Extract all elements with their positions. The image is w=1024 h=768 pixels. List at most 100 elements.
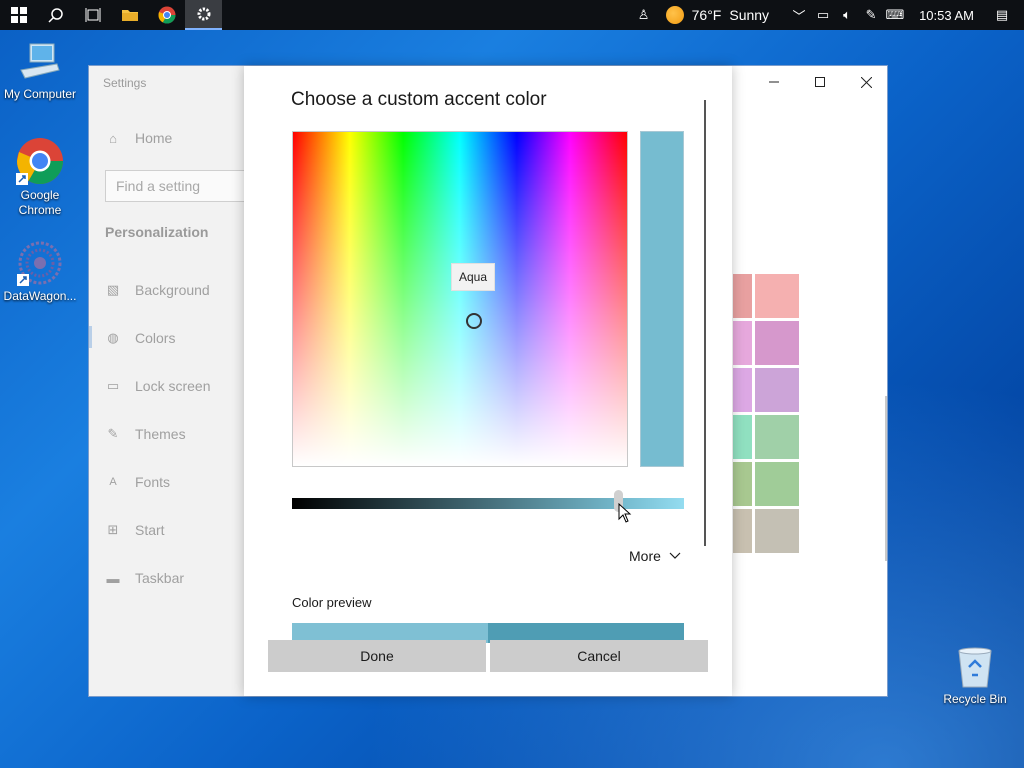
image-icon: ▧ [106,282,120,297]
desktop-icon-label: Recycle Bin [943,692,1007,706]
search-button[interactable] [37,0,74,30]
sidebar-item-background[interactable]: ▧ Background [105,282,210,298]
accent-swatch[interactable] [733,462,752,506]
sidebar-item-label: Colors [135,330,176,346]
dialog-button-bar: Done Cancel [268,640,708,672]
task-view-button[interactable] [74,0,111,30]
home-icon: ⌂ [109,130,117,146]
settings-sidebar: Settings ⌂ Home Find a setting Personali… [89,66,255,696]
sidebar-item-label: Fonts [135,474,171,490]
chrome-icon [16,138,63,185]
color-spectrum[interactable] [292,131,628,467]
sidebar-item-start[interactable]: ⊞ Start [105,522,165,538]
windows-logo-icon [10,7,27,23]
color-name-tooltip: Aqua [451,263,495,291]
chevron-up-icon[interactable]: ﹀ [787,0,811,30]
network-icon[interactable]: ▭ [811,0,835,30]
sidebar-item-home[interactable]: ⌂ Home [105,130,172,146]
sidebar-item-fonts[interactable]: A Fonts [105,474,170,490]
accent-swatch[interactable] [733,368,752,412]
brush-icon: ✎ [107,426,119,441]
sidebar-item-colors[interactable]: ◍ Colors [105,330,175,346]
accent-swatch[interactable] [755,321,799,365]
color-picker-handle[interactable] [466,313,482,329]
clock[interactable]: 10:53 AM [919,8,974,23]
desktop-icon-label: Google Chrome [18,188,62,217]
taskbar: ♙ 76°F Sunny ﹀ ▭ 🔈︎ ✎ ⌨︎ 10:53 AM ▤ [0,0,1024,30]
chevron-down-icon [669,552,681,559]
volume-icon[interactable]: 🔈︎ [835,0,859,30]
start-button[interactable] [0,0,37,30]
sidebar-item-label: Themes [135,426,186,442]
task-view-icon [85,8,100,22]
computer-icon [20,43,60,79]
accent-swatch[interactable] [755,368,799,412]
chrome-icon [158,6,175,24]
weather-condition: Sunny [729,7,770,23]
close-icon [860,76,872,88]
notification-icon[interactable]: ▤ [990,0,1014,30]
done-button[interactable]: Done [268,640,486,672]
sidebar-item-themes[interactable]: ✎ Themes [105,426,186,442]
desktop-icon-label: DataWagon... [3,289,77,303]
section-title: Personalization [105,224,209,240]
gear-icon [197,7,210,21]
sidebar-item-label: Home [135,130,173,146]
dialog-scrollbar[interactable] [704,100,706,546]
search-icon [47,8,63,23]
taskbar-icon: ▬ [106,570,120,586]
accent-swatch[interactable] [755,274,799,318]
close-button[interactable] [843,66,889,98]
sidebar-item-taskbar[interactable]: ▬ Taskbar [105,570,185,586]
settings-taskbar-button[interactable] [185,0,222,30]
more-toggle[interactable]: More [629,548,681,564]
accent-swatch[interactable] [733,274,752,318]
desktop-icon-recycle-bin[interactable]: Recycle Bin [935,645,1015,707]
saturation-gradient [293,132,627,466]
mouse-cursor-icon [618,503,632,523]
weather-widget[interactable]: 76°F Sunny [665,6,770,24]
folder-icon [121,10,138,21]
accent-swatch[interactable] [755,462,799,506]
palette-icon: ◍ [107,330,119,345]
pen-icon[interactable]: ✎ [859,0,883,30]
dialog-title: Choose a custom accent color [291,89,547,110]
sidebar-item-label: Taskbar [135,570,185,586]
weather-temp: 76°F [691,7,722,23]
recycle-bin-icon [958,647,992,688]
desktop-icon-my-computer[interactable]: My Computer [0,40,80,102]
sidebar-item-lock-screen[interactable]: ▭ Lock screen [105,378,211,394]
desktop-icon-label: My Computer [3,87,77,101]
window-scrollbar[interactable] [885,396,887,561]
font-icon: A [109,476,117,488]
sidebar-item-label: Lock screen [135,378,211,394]
accent-swatch[interactable] [733,415,752,459]
accent-swatch[interactable] [755,415,799,459]
search-input[interactable]: Find a setting [105,170,255,202]
window-title: Settings [103,76,147,90]
start-icon: ⊞ [107,522,119,537]
selected-color-preview [640,131,684,467]
sidebar-item-label: Background [135,282,210,298]
sidebar-item-label: Start [135,522,165,538]
system-tray: ♙ 76°F Sunny ﹀ ▭ 🔈︎ ✎ ⌨︎ 10:53 AM ▤ [632,0,1024,30]
file-explorer-button[interactable] [111,0,148,30]
keyboard-icon[interactable]: ⌨︎ [883,0,907,30]
accent-swatch[interactable] [755,509,799,553]
sun-icon [665,6,684,24]
maximize-button[interactable] [797,66,843,98]
cancel-button[interactable]: Cancel [490,640,708,672]
color-preview-label: Color preview [292,595,372,610]
accent-swatch[interactable] [733,509,752,553]
desktop-icon-chrome[interactable]: Google Chrome [0,137,80,218]
minimize-button[interactable] [751,66,797,98]
desktop-icon-datawagon[interactable]: DataWagon... [0,240,80,304]
accent-swatch[interactable] [733,321,752,365]
datawagon-icon [17,241,62,286]
chrome-taskbar-button[interactable] [148,0,185,30]
minimize-icon [769,81,779,83]
more-label: More [629,548,661,564]
selected-indicator [89,326,92,348]
people-icon[interactable]: ♙ [632,0,656,30]
lock-screen-icon: ▭ [106,378,120,393]
